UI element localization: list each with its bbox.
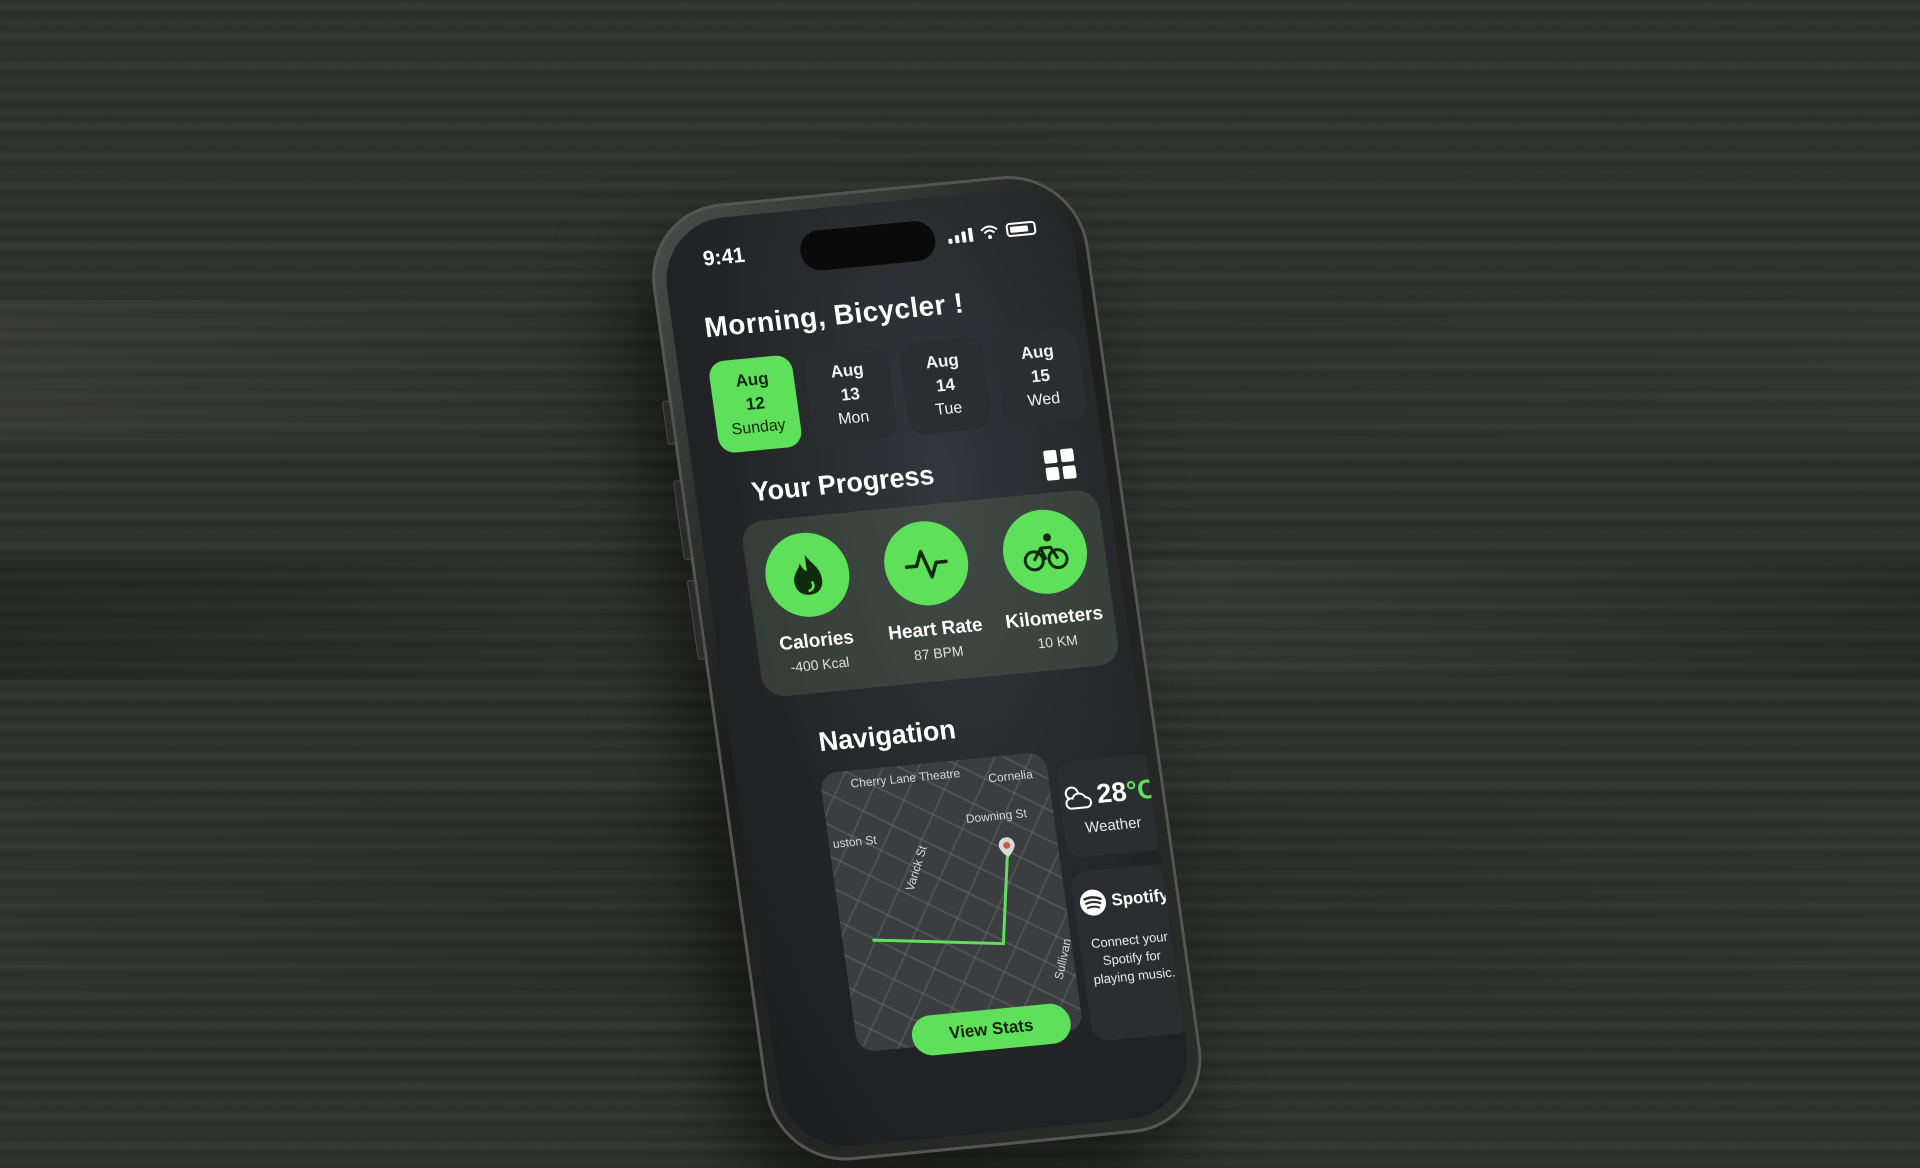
date-day: 12 (744, 393, 767, 414)
stat-value: -400 Kcal (789, 653, 851, 676)
date-selector: Aug 12 Sunday Aug 13 Mon Aug 14 Tue Aug … (707, 326, 1089, 454)
battery-icon (1005, 220, 1037, 238)
spotify-icon (1079, 889, 1106, 916)
date-day: 15 (1029, 365, 1052, 387)
spotify-logo: Spotify (1077, 881, 1171, 918)
phone-mockup: 9:41 Morning, Bicycler ! Aug 12 Sunday A… (642, 168, 1212, 1168)
scene: 9:41 Morning, Bicycler ! Aug 12 Sunday A… (0, 0, 1920, 1168)
greeting-title: Morning, Bicycler ! (702, 287, 966, 344)
grid-view-icon[interactable] (1042, 448, 1077, 481)
status-time: 9:41 (701, 243, 747, 271)
spotify-brand: Spotify (1110, 885, 1170, 910)
date-month: Aug (1019, 341, 1055, 364)
stat-heart-rate[interactable]: Heart Rate 87 BPM (866, 516, 994, 666)
date-weekday: Mon (837, 408, 871, 429)
stat-kilometers[interactable]: Kilometers 10 KM (985, 505, 1113, 655)
progress-card: Calories -400 Kcal Heart Rate 87 BPM Kil… (739, 488, 1121, 699)
date-day: 14 (934, 374, 957, 396)
date-month: Aug (734, 368, 770, 391)
date-month: Aug (829, 359, 865, 382)
location-pin-icon (998, 837, 1015, 858)
stat-calories[interactable]: Calories -400 Kcal (747, 528, 875, 678)
date-weekday: Tue (934, 399, 964, 419)
weather-row: 28°C (1059, 773, 1159, 813)
signal-icon (947, 226, 974, 245)
temperature-unit: °C (1124, 773, 1159, 807)
cloud-sun-icon (1064, 786, 1092, 810)
navigation-title: Navigation (816, 714, 958, 758)
heartbeat-icon (878, 517, 974, 610)
weather-label: Weather (1084, 814, 1143, 837)
status-icons (947, 220, 1037, 245)
weather-card[interactable]: 28°C Weather (1054, 753, 1167, 859)
spotify-connect-text: Connect your Spotify for playing music. (1090, 928, 1177, 988)
wifi-icon (980, 225, 998, 239)
temperature-value: 28 (1094, 776, 1129, 810)
date-month: Aug (924, 350, 960, 373)
stat-value: 87 BPM (912, 642, 965, 664)
date-card-aug-13[interactable]: Aug 13 Mon (802, 345, 899, 445)
phone-volume-down-button (686, 579, 706, 661)
date-weekday: Wed (1026, 389, 1062, 410)
stat-value: 10 KM (1036, 631, 1079, 652)
flame-icon (759, 528, 855, 621)
date-day: 13 (839, 384, 862, 405)
stat-label: Heart Rate (886, 614, 984, 645)
temperature: 28°C (1095, 773, 1159, 810)
date-card-aug-15[interactable]: Aug 15 Wed (992, 326, 1089, 427)
stat-label: Kilometers (1004, 602, 1105, 634)
date-weekday: Sunday (730, 416, 787, 439)
progress-title: Your Progress (749, 459, 937, 508)
date-card-aug-14[interactable]: Aug 14 Tue (897, 335, 994, 436)
stat-label: Calories (778, 626, 856, 656)
phone-screen: 9:41 Morning, Bicycler ! Aug 12 Sunday A… (657, 184, 1196, 1153)
phone-action-button (661, 400, 676, 445)
date-card-aug-12[interactable]: Aug 12 Sunday (707, 354, 804, 454)
bicycle-icon (997, 505, 1093, 598)
phone-volume-up-button (672, 480, 692, 561)
spotify-card[interactable]: Spotify Connect your Spotify for playing… (1069, 862, 1193, 1042)
